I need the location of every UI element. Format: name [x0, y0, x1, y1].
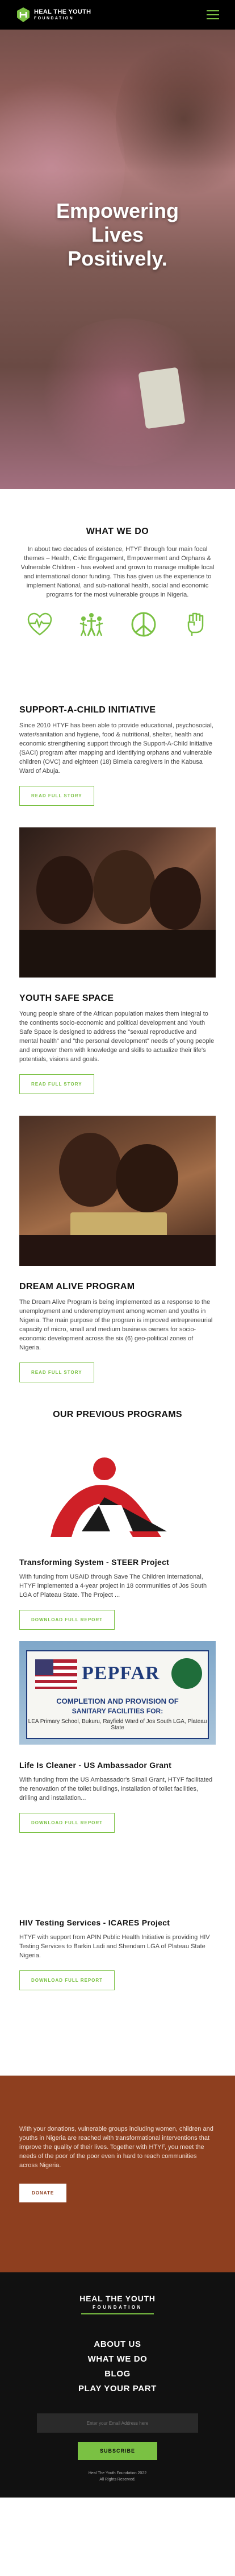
footer-logo-bar: [81, 2313, 154, 2314]
pepfar-sign-line-2: SANITARY FACILITIES FOR:: [72, 1707, 163, 1715]
footer-link-blog[interactable]: BLOG: [0, 2367, 235, 2382]
previous-program-text: HTYF with support from APIN Public Healt…: [19, 1934, 210, 1959]
copyright-line-2: All Rights Reserved.: [99, 2478, 136, 2482]
previous-program-title: HIV Testing Services - ICARES Project: [19, 1918, 170, 1927]
donate-section: With your donations, vulnerable groups i…: [0, 2076, 235, 2272]
pepfar-sign-photo: PEPFAR COMPLETION AND PROVISION OF SANIT…: [19, 1641, 216, 1745]
previous-program-icares: HIV Testing Services - ICARES Project HT…: [0, 1918, 235, 1990]
read-full-story-button[interactable]: READ FULL STORY: [19, 786, 94, 806]
previous-program-text: With funding from USAID through Save The…: [19, 1573, 207, 1598]
program-title: YOUTH SAFE SPACE: [19, 993, 114, 1003]
program-title: SUPPORT-A-CHILD INITIATIVE: [19, 705, 156, 715]
youth-safe-space-photo: [19, 827, 216, 978]
previous-program-steer: Transforming System - STEER Project With…: [0, 1558, 235, 1630]
steer-logo-mark: [51, 1457, 167, 1537]
download-full-report-button[interactable]: DOWNLOAD FULL REPORT: [19, 1970, 115, 1990]
us-flag-icon: [35, 1659, 77, 1689]
download-full-report-button[interactable]: DOWNLOAD FULL REPORT: [19, 1813, 115, 1833]
program-youth-safe-space: YOUTH SAFE SPACE Young people share of t…: [0, 993, 235, 1266]
program-support-a-child: SUPPORT-A-CHILD INITIATIVE Since 2010 HT…: [0, 705, 235, 978]
read-full-story-button[interactable]: READ FULL STORY: [19, 1074, 94, 1094]
hero-photo-device: [138, 367, 186, 429]
footer-logo-line-2: FOUNDATION: [93, 2305, 142, 2310]
footer-link-what-we-do[interactable]: WHAT WE DO: [0, 2352, 235, 2367]
program-text: The Dream Alive Program is being impleme…: [19, 1299, 213, 1351]
previous-program-us-ambassador: Life Is Cleaner - US Ambassador Grant Wi…: [0, 1761, 235, 1833]
focal-theme-icons: [19, 599, 216, 638]
donate-button[interactable]: DONATE: [19, 2184, 67, 2202]
previous-program-title: Transforming System - STEER Project: [19, 1558, 170, 1567]
program-text: Young people share of the African popula…: [19, 1010, 215, 1063]
logo-line-1: HEAL THE YOUTH: [34, 9, 91, 15]
heartbeat-icon: [27, 612, 52, 636]
program-text: Since 2010 HTYF has been able to provide…: [19, 722, 213, 775]
download-full-report-button[interactable]: DOWNLOAD FULL REPORT: [19, 1610, 115, 1630]
pepfar-sign-line-3: LEA Primary School, Bukuru, Rayfield War…: [28, 1718, 207, 1731]
read-full-story-button[interactable]: READ FULL STORY: [19, 1362, 94, 1382]
previous-programs-title: OUR PREVIOUS PROGRAMS: [53, 1410, 182, 1419]
what-we-do-text: In about two decades of existence, HTYF …: [20, 546, 215, 598]
previous-program-title: Life Is Cleaner - US Ambassador Grant: [19, 1761, 172, 1770]
hero-title-line-1: Empowering: [56, 199, 179, 222]
peace-icon: [131, 612, 156, 637]
site-logo[interactable]: HEAL THE YOUTH FOUNDATION: [16, 6, 91, 23]
subscribe-button[interactable]: SUBSCRIBE: [78, 2442, 157, 2460]
dream-alive-photo: [19, 1116, 216, 1266]
site-footer: HEAL THE YOUTH FOUNDATION ABOUT US WHAT …: [0, 2272, 235, 2498]
hero-title: Empowering Lives Positively.: [0, 199, 235, 271]
pepfar-word: PEPFAR: [82, 1663, 160, 1684]
logo-mark-icon: [17, 7, 30, 22]
hero-banner: Empowering Lives Positively.: [0, 0, 235, 489]
newsletter-email-input[interactable]: [37, 2413, 198, 2433]
donate-text: With your donations, vulnerable groups i…: [19, 2126, 213, 2169]
steer-project-logo: [19, 1446, 216, 1542]
pepfar-sign-line-1: COMPLETION AND PROVISION OF: [56, 1697, 179, 1705]
footer-link-about-us[interactable]: ABOUT US: [0, 2337, 235, 2352]
nigeria-coat-of-arms-icon: [171, 1658, 202, 1689]
copyright-text: Heal The Youth Foundation 2022 All Right…: [0, 2470, 235, 2483]
program-dream-alive: DREAM ALIVE PROGRAM The Dream Alive Prog…: [0, 1282, 235, 1382]
footer-link-play-your-part[interactable]: PLAY YOUR PART: [0, 2382, 235, 2396]
hero-title-line-3: Positively.: [68, 247, 167, 270]
hero-title-line-2: Lives: [91, 223, 144, 246]
pepfar-sign-board: PEPFAR COMPLETION AND PROVISION OF SANIT…: [26, 1650, 209, 1739]
hamburger-menu-icon[interactable]: [207, 10, 219, 19]
program-title: DREAM ALIVE PROGRAM: [19, 1282, 135, 1291]
footer-logo[interactable]: HEAL THE YOUTH FOUNDATION: [79, 2294, 156, 2314]
raised-fist-icon: [187, 612, 204, 636]
footer-logo-line-1: HEAL THE YOUTH: [79, 2294, 156, 2303]
what-we-do-section: WHAT WE DO In about two decades of exist…: [0, 489, 235, 638]
what-we-do-title: WHAT WE DO: [86, 527, 149, 536]
footer-nav: ABOUT US WHAT WE DO BLOG PLAY YOUR PART: [0, 2337, 235, 2396]
logo-line-2: FOUNDATION: [34, 16, 74, 20]
site-header: HEAL THE YOUTH FOUNDATION: [0, 0, 235, 30]
copyright-line-1: Heal The Youth Foundation 2022: [88, 2471, 147, 2475]
people-icon: [79, 613, 103, 636]
previous-program-text: With funding from the US Ambassador's Sm…: [19, 1776, 213, 1801]
